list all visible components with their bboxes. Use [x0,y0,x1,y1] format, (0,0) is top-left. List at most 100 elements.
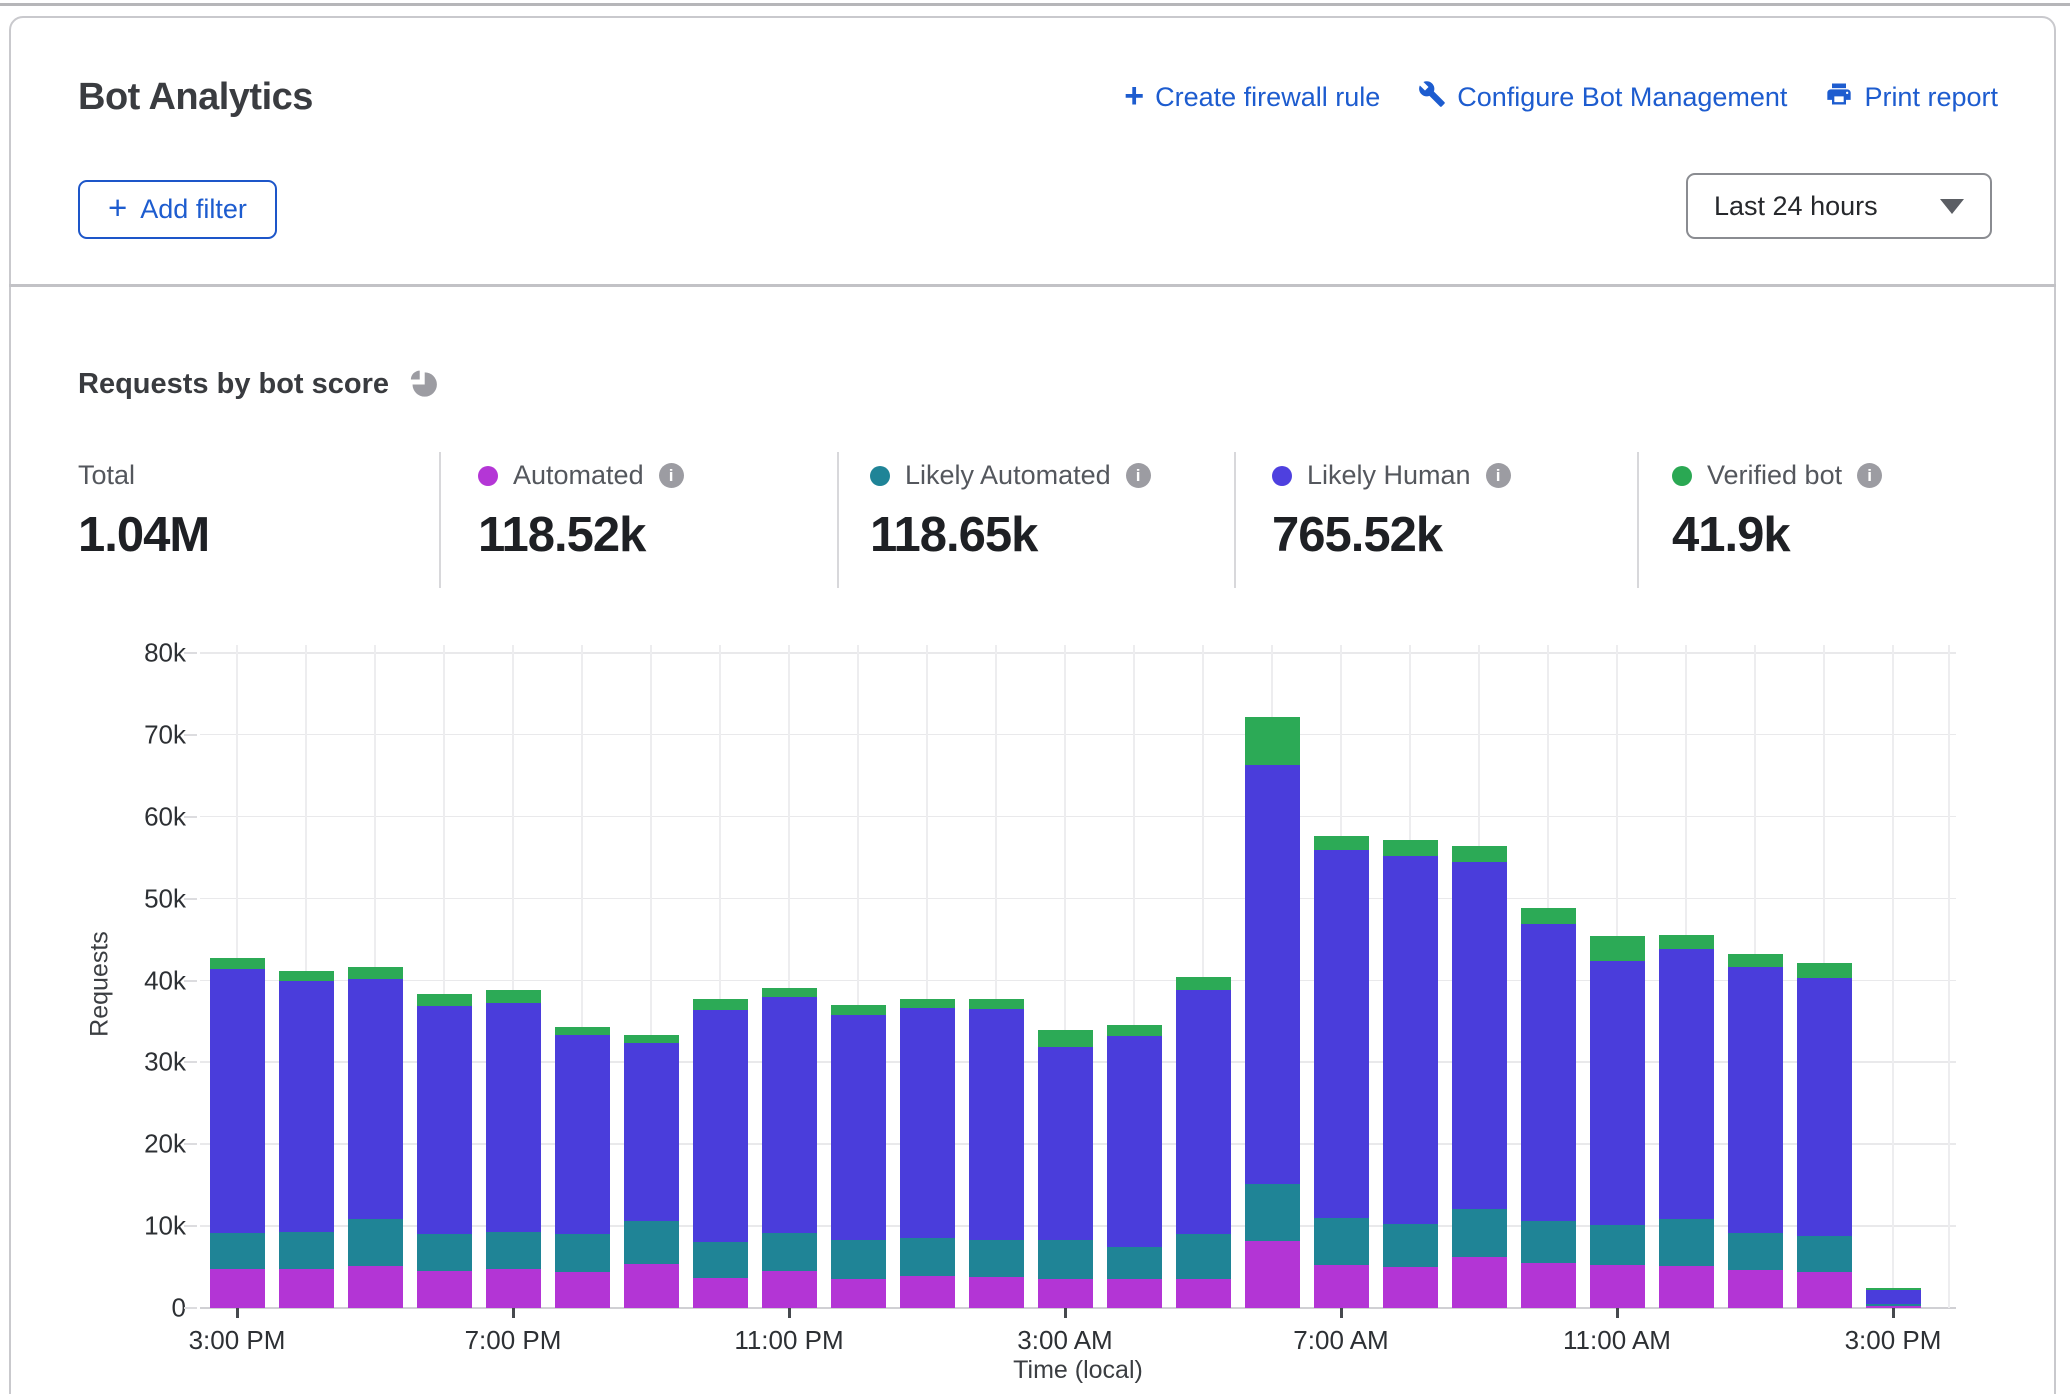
bar-segment-likely-automated[interactable] [1866,1304,1921,1306]
bar-segment-likely-automated[interactable] [1314,1218,1369,1265]
bar-segment-automated[interactable] [1797,1272,1852,1308]
bar-segment-likely-human[interactable] [1383,856,1438,1224]
bar-segment-verified-bot[interactable] [1314,836,1369,851]
bar-segment-automated[interactable] [693,1278,748,1308]
bar-segment-verified-bot[interactable] [1038,1030,1093,1046]
bar-segment-verified-bot[interactable] [555,1027,610,1035]
bar-segment-verified-bot[interactable] [1107,1025,1162,1036]
bar-segment-likely-automated[interactable] [969,1240,1024,1277]
bar-segment-likely-automated[interactable] [1038,1240,1093,1278]
bar-segment-likely-automated[interactable] [279,1232,334,1269]
bar-segment-likely-human[interactable] [1797,978,1852,1236]
bar-segment-automated[interactable] [210,1269,265,1308]
bar-segment-likely-human[interactable] [279,981,334,1232]
bar-segment-automated[interactable] [1659,1266,1714,1308]
bar-segment-verified-bot[interactable] [693,999,748,1010]
bar-segment-automated[interactable] [831,1279,886,1308]
bar-segment-verified-bot[interactable] [1452,846,1507,862]
info-icon[interactable]: i [1857,463,1882,488]
bar-segment-likely-human[interactable] [1314,850,1369,1218]
bar-segment-verified-bot[interactable] [831,1005,886,1015]
info-icon[interactable]: i [1126,463,1151,488]
bar-segment-likely-human[interactable] [210,969,265,1233]
bar-segment-likely-human[interactable] [348,979,403,1219]
create-firewall-rule-link[interactable]: + Create firewall rule [1124,82,1380,113]
bar-segment-verified-bot[interactable] [1728,954,1783,968]
bar-segment-likely-automated[interactable] [831,1240,886,1279]
bar-segment-likely-automated[interactable] [1383,1224,1438,1267]
bar-segment-verified-bot[interactable] [1590,936,1645,961]
bar-segment-automated[interactable] [1038,1279,1093,1308]
bar-segment-automated[interactable] [1176,1279,1231,1308]
bar-segment-verified-bot[interactable] [624,1035,679,1043]
bar-segment-likely-human[interactable] [1728,967,1783,1232]
bar-segment-likely-automated[interactable] [693,1242,748,1278]
bar-segment-verified-bot[interactable] [1797,963,1852,979]
bar-segment-likely-automated[interactable] [1797,1236,1852,1272]
bar-segment-automated[interactable] [1590,1265,1645,1308]
bar-segment-likely-human[interactable] [417,1006,472,1234]
time-range-dropdown[interactable]: Last 24 hours [1686,173,1992,239]
bar-segment-likely-human[interactable] [762,997,817,1233]
bar-segment-verified-bot[interactable] [279,971,334,982]
bar-segment-automated[interactable] [1521,1263,1576,1308]
bar-segment-likely-automated[interactable] [210,1233,265,1269]
bar-segment-likely-human[interactable] [693,1010,748,1242]
bar-segment-automated[interactable] [486,1269,541,1308]
bar-segment-automated[interactable] [417,1271,472,1308]
bar-segment-likely-automated[interactable] [1590,1225,1645,1265]
bar-segment-verified-bot[interactable] [417,994,472,1006]
configure-bot-management-link[interactable]: Configure Bot Management [1418,80,1787,115]
bar-segment-verified-bot[interactable] [210,958,265,969]
bar-segment-automated[interactable] [1245,1241,1300,1308]
bar-segment-verified-bot[interactable] [969,999,1024,1010]
bar-segment-likely-human[interactable] [486,1003,541,1231]
bar-segment-likely-human[interactable] [1038,1047,1093,1240]
bar-segment-verified-bot[interactable] [348,967,403,979]
bar-segment-likely-automated[interactable] [900,1238,955,1276]
bar-segment-verified-bot[interactable] [1383,840,1438,856]
print-report-link[interactable]: Print report [1825,80,1998,115]
bar-segment-automated[interactable] [1314,1265,1369,1308]
bar-segment-likely-human[interactable] [1590,961,1645,1225]
bar-segment-verified-bot[interactable] [1866,1288,1921,1289]
bar-segment-likely-human[interactable] [555,1035,610,1233]
bar-segment-verified-bot[interactable] [900,999,955,1009]
bar-segment-likely-human[interactable] [1452,862,1507,1209]
bar-segment-likely-automated[interactable] [486,1232,541,1269]
bar-segment-likely-human[interactable] [900,1008,955,1238]
bar-segment-automated[interactable] [624,1264,679,1308]
bar-segment-likely-automated[interactable] [1659,1219,1714,1266]
bar-segment-automated[interactable] [1452,1257,1507,1308]
bar-segment-likely-automated[interactable] [1728,1233,1783,1271]
info-icon[interactable]: i [1486,463,1511,488]
bar-segment-likely-human[interactable] [624,1043,679,1221]
bar-segment-automated[interactable] [969,1277,1024,1308]
bar-segment-automated[interactable] [348,1266,403,1308]
bar-segment-likely-automated[interactable] [624,1221,679,1264]
bar-segment-likely-automated[interactable] [555,1234,610,1272]
bar-segment-likely-automated[interactable] [1176,1234,1231,1279]
bar-segment-automated[interactable] [762,1271,817,1308]
bar-segment-likely-human[interactable] [1107,1036,1162,1246]
add-filter-button[interactable]: + Add filter [78,180,277,239]
bar-segment-likely-automated[interactable] [762,1233,817,1271]
bar-segment-automated[interactable] [1107,1279,1162,1308]
bar-segment-likely-human[interactable] [1659,949,1714,1218]
bar-segment-verified-bot[interactable] [1521,908,1576,924]
bar-segment-automated[interactable] [1383,1267,1438,1308]
bar-segment-automated[interactable] [555,1272,610,1308]
bar-segment-likely-human[interactable] [1176,990,1231,1234]
bar-segment-likely-automated[interactable] [1107,1247,1162,1279]
bar-segment-likely-automated[interactable] [417,1234,472,1271]
bar-segment-verified-bot[interactable] [1176,977,1231,990]
pie-chart-icon[interactable] [407,369,438,400]
bar-segment-automated[interactable] [1728,1270,1783,1308]
bar-segment-automated[interactable] [279,1269,334,1308]
bar-segment-verified-bot[interactable] [762,988,817,997]
bar-segment-likely-automated[interactable] [1521,1221,1576,1263]
bar-segment-automated[interactable] [900,1276,955,1308]
bar-segment-likely-human[interactable] [969,1009,1024,1240]
bar-segment-likely-automated[interactable] [348,1219,403,1266]
bar-segment-likely-human[interactable] [1245,765,1300,1183]
